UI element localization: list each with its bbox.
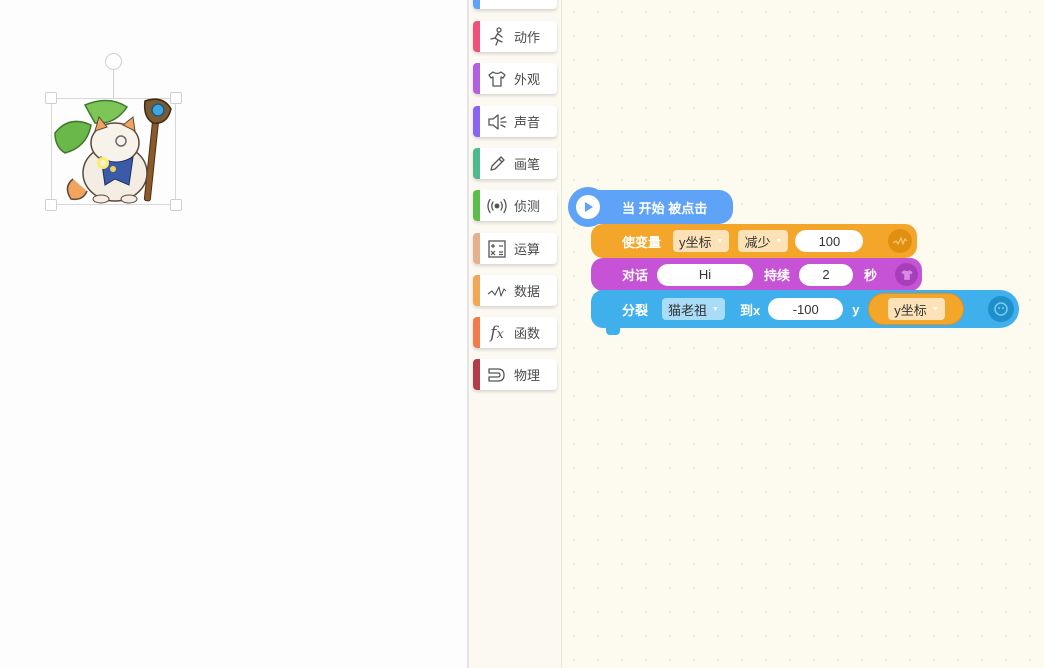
category-pen[interactable]: 画笔: [473, 148, 557, 179]
say-text-input[interactable]: Hi: [657, 263, 754, 286]
gamepad-icon: [988, 296, 1014, 322]
caret-down-icon: ▼: [931, 305, 939, 313]
category-motion[interactable]: 动作: [473, 21, 557, 52]
category-color-bar: [473, 275, 480, 306]
category-color-bar: [473, 0, 480, 9]
block-label: 分裂: [622, 302, 649, 318]
calculator-icon: [480, 239, 514, 259]
category-color-bar: [473, 190, 480, 221]
category-color-bar: [473, 359, 480, 390]
stage-area[interactable]: [0, 0, 468, 668]
function-icon: fx: [490, 322, 504, 343]
category-color-bar: [473, 106, 480, 137]
reporter-variable-dropdown[interactable]: y坐标 ▼: [888, 298, 945, 320]
selected-sprite[interactable]: [43, 53, 185, 213]
block-label: y: [852, 301, 860, 317]
when-start-clicked-block[interactable]: 当 开始 被点击: [568, 187, 733, 227]
hat-block-label: 当 开始 被点击: [622, 200, 708, 216]
dropdown-value: 减少: [744, 234, 771, 250]
dropdown-value: y坐标: [679, 234, 712, 250]
block-label: 到x: [739, 302, 761, 318]
block-notch: [606, 327, 620, 335]
data-wave-icon: [888, 229, 912, 253]
change-variable-block[interactable]: 使变量 y坐标 ▼ 减少 ▼ 100: [591, 224, 917, 258]
dropdown-value: 猫老祖: [668, 302, 708, 318]
category-label: 物理: [514, 368, 541, 383]
category-label: 运算: [514, 242, 541, 257]
block-label: 使变量: [622, 234, 662, 250]
category-color-bar: [473, 21, 480, 52]
say-for-seconds-block[interactable]: 对话 Hi 持续 2 秒: [591, 258, 922, 291]
x-input[interactable]: -100: [768, 298, 844, 320]
category-physics[interactable]: 物理: [473, 359, 557, 390]
value-input[interactable]: 100: [795, 230, 864, 252]
pencil-icon: [480, 154, 514, 174]
block-label: 对话: [622, 268, 649, 283]
category-color-bar: [473, 63, 480, 94]
speaker-icon: [480, 112, 514, 132]
rotate-handle[interactable]: [105, 53, 122, 70]
category-color-bar: [473, 233, 480, 264]
category-color-bar: [473, 148, 480, 179]
caret-down-icon: ▼: [775, 237, 783, 245]
cat-elder-sprite-icon: [54, 98, 172, 204]
caret-down-icon: ▼: [712, 305, 719, 313]
variable-dropdown[interactable]: y坐标 ▼: [673, 230, 730, 252]
category-label: 函数: [514, 326, 541, 341]
category-label: 数据: [514, 284, 541, 299]
category-label: 外观: [514, 72, 541, 87]
script-workspace[interactable]: 当 开始 被点击 使变量 y坐标 ▼ 减少 ▼ 100 对话 Hi 持续 2 秒 分…: [562, 0, 1044, 668]
operation-dropdown[interactable]: 减少 ▼: [738, 230, 789, 252]
running-person-icon: [480, 26, 514, 47]
category-looks[interactable]: 外观: [473, 63, 557, 94]
category-color-bar: [473, 317, 480, 348]
duration-input[interactable]: 2: [799, 263, 854, 286]
clone-to-position-block[interactable]: 分裂 猫老祖 ▼ 到x -100 y y坐标 ▼: [591, 290, 1019, 328]
block-label: 持续: [764, 268, 791, 283]
category-operators[interactable]: 运算: [473, 233, 557, 264]
block-category-palette: 动作 外观 声音 画笔 侦测 运算 数据 fx 函数 物理: [469, 0, 562, 668]
category-functions[interactable]: fx 函数: [473, 317, 557, 348]
magnet-icon: [480, 365, 514, 385]
unit-label: 秒: [864, 268, 878, 283]
category-data[interactable]: 数据: [473, 275, 557, 306]
tshirt-icon: [480, 69, 514, 89]
dropdown-value: y坐标: [894, 302, 927, 318]
tshirt-icon: [895, 263, 918, 286]
caret-down-icon: ▼: [716, 237, 724, 245]
category-sensing[interactable]: 侦测: [473, 190, 557, 221]
category-events-partial[interactable]: [473, 0, 557, 9]
category-label: 声音: [514, 115, 541, 130]
y-variable-reporter[interactable]: y坐标 ▼: [868, 293, 965, 325]
category-sound[interactable]: 声音: [473, 106, 557, 137]
data-wave-icon: [480, 282, 514, 300]
sprite-dropdown[interactable]: 猫老祖 ▼: [662, 298, 725, 320]
radar-icon: [480, 196, 514, 216]
category-label: 侦测: [514, 199, 541, 214]
category-label: 画笔: [514, 157, 541, 172]
category-label: 动作: [514, 30, 541, 45]
play-icon: [568, 187, 608, 227]
